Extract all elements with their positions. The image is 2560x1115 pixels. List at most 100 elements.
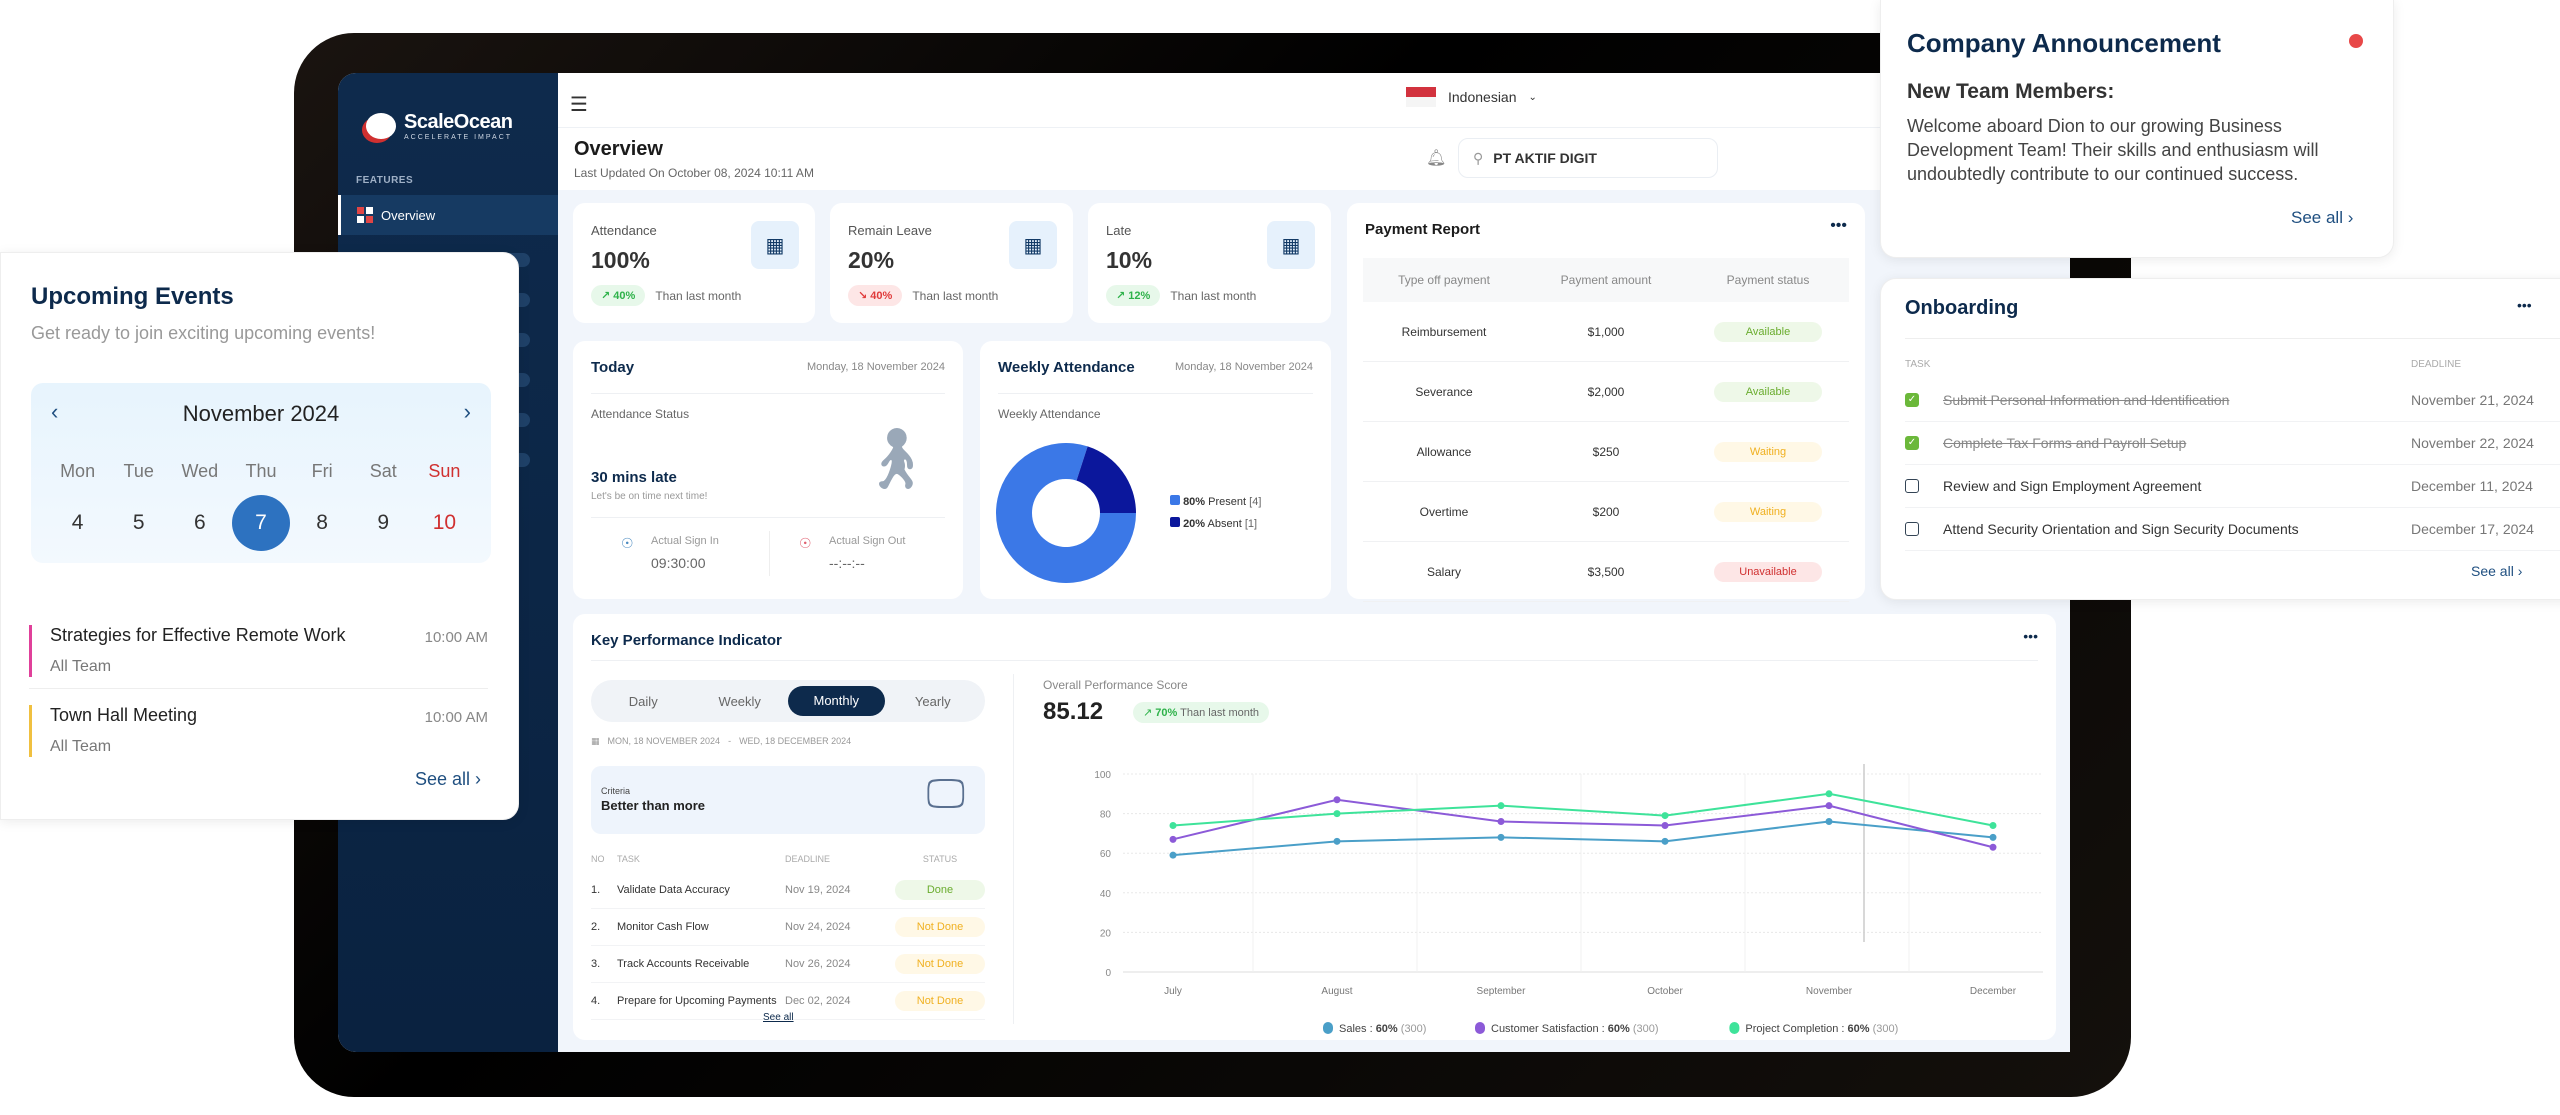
- event-item[interactable]: Town Hall Meeting All Team 10:00 AM: [29, 705, 488, 757]
- payment-amount: $3,500: [1587, 564, 1625, 579]
- x-tick-label: September: [1477, 986, 1527, 997]
- onboarding-see-all[interactable]: See all ›: [2471, 563, 2522, 579]
- payment-report-card: Payment Report ••• Type off payment Payme…: [1347, 203, 1865, 602]
- calendar-day[interactable]: 8: [292, 495, 353, 551]
- sidebar-item-label: Overview: [381, 207, 436, 223]
- unread-dot: [2349, 34, 2363, 48]
- x-tick-label: November: [1806, 986, 1853, 997]
- event-name: Town Hall Meeting: [50, 705, 198, 725]
- calendar-day[interactable]: 4: [47, 495, 108, 551]
- chevron-right-icon[interactable]: ›: [464, 399, 471, 425]
- score-label: Overall Performance Score: [1043, 678, 1188, 692]
- calendar-day[interactable]: 10: [414, 495, 475, 551]
- y-tick-label: 40: [1100, 889, 1112, 900]
- calendar-day[interactable]: 6: [169, 495, 230, 551]
- y-tick-label: 0: [1105, 968, 1111, 979]
- date-range: ▦ MON, 18 NOVEMBER 2024- WED, 18 DECEMBER …: [591, 736, 852, 746]
- checkbox[interactable]: [1905, 522, 1919, 536]
- more-options-icon[interactable]: •••: [1830, 217, 1847, 235]
- stat-card-late: Late 10% ▦ ↗ 12% Than last month: [1088, 203, 1331, 323]
- task-deadline: November 22, 2024: [2411, 435, 2534, 451]
- data-point: [1825, 818, 1833, 826]
- task-deadline: December 11, 2024: [2411, 478, 2533, 494]
- x-tick-label: July: [1164, 986, 1182, 997]
- tab-yearly[interactable]: Yearly: [885, 694, 982, 709]
- legend-label: Project Completion : 60% (300): [1745, 1023, 1898, 1035]
- events-see-all[interactable]: See all ›: [415, 769, 481, 790]
- brand-logo: ScaleOcean ACCELERATE IMPACT: [366, 111, 513, 141]
- card-title: Payment Report: [1365, 221, 1481, 238]
- stat-label: Late: [1106, 223, 1132, 238]
- trend-note: Than last month: [1170, 288, 1257, 303]
- weekday-label: Sun: [428, 461, 461, 481]
- weekly-attendance-card: Weekly Attendance Monday, 18 November 20…: [980, 341, 1331, 599]
- payment-type: Overtime: [1419, 504, 1469, 519]
- task-deadline: Dec 02, 2024: [785, 995, 851, 1007]
- event-time: 10:00 AM: [424, 629, 488, 646]
- trend-note: Than last month: [655, 288, 742, 303]
- sign-out-label: Actual Sign Out: [829, 535, 906, 547]
- payment-type: Reimbursement: [1401, 324, 1487, 339]
- calendar-day[interactable]: 7: [230, 495, 291, 551]
- payment-amount: $1,000: [1587, 324, 1625, 339]
- list-item: ✓ Complete Tax Forms and Payroll Setup Nov…: [1905, 422, 2560, 465]
- more-options-icon[interactable]: •••: [2517, 297, 2532, 313]
- y-tick-label: 60: [1100, 849, 1112, 860]
- payment-amount: $250: [1592, 444, 1620, 459]
- weekday-label: Thu: [245, 461, 277, 481]
- sidebar-item-overview[interactable]: Overview: [338, 195, 558, 235]
- legend-item: Sales : 60% (300): [1323, 1022, 1426, 1035]
- checkbox[interactable]: ✓: [1905, 436, 1919, 450]
- tab-monthly[interactable]: Monthly: [788, 686, 885, 716]
- brand-tagline: ACCELERATE IMPACT: [404, 134, 513, 141]
- card-title: Key Performance Indicator: [591, 632, 782, 649]
- onboarding-table: TASK DEADLINE ✓ Submit Personal Informatio…: [1905, 359, 2560, 551]
- donut-slice-absent: [1076, 446, 1136, 513]
- y-tick-label: 100: [1094, 770, 1111, 781]
- announcement-heading: New Team Members:: [1907, 80, 2115, 103]
- legend-present: 80% Present [4]: [1170, 491, 1261, 513]
- weekday-label: Mon: [60, 461, 96, 481]
- more-options-icon[interactable]: •••: [2023, 628, 2038, 644]
- upcoming-events-card: Upcoming Events Get ready to join exciti…: [0, 252, 519, 820]
- list-item: Attend Security Orientation and Sign Sec…: [1905, 508, 2560, 551]
- attendance-donut: [996, 443, 1136, 583]
- score-value: 85.12: [1043, 698, 1104, 725]
- data-point: [1989, 843, 1997, 851]
- bell-icon[interactable]: 🔔︎: [1426, 148, 1446, 168]
- criteria-label: Criteria: [601, 786, 631, 796]
- calendar-day[interactable]: 5: [108, 495, 169, 551]
- task-name: Track Accounts Receivable: [617, 958, 750, 970]
- table-row: Salary $3,500 Unavailable: [1363, 542, 1849, 602]
- performance-line-chart: 0 20 40 60 80 100 July August September October No…: [1094, 764, 2043, 1035]
- list-item: Review and Sign Employment Agreement Dece…: [1905, 465, 2560, 508]
- calendar-day[interactable]: 9: [353, 495, 414, 551]
- tab-daily[interactable]: Daily: [595, 694, 692, 709]
- calendar-user-icon: ▦: [1009, 221, 1057, 269]
- card-title: Today: [591, 359, 635, 376]
- event-item[interactable]: Strategies for Effective Remote Work All …: [29, 625, 488, 677]
- event-group: All Team: [50, 658, 112, 675]
- tab-weekly[interactable]: Weekly: [692, 694, 789, 709]
- payment-type: Salary: [1426, 564, 1461, 579]
- kpi-see-all-link[interactable]: See all: [763, 1012, 794, 1023]
- stat-value: 20%: [848, 247, 895, 273]
- task-name: Attend Security Orientation and Sign Sec…: [1943, 521, 2299, 537]
- event-name: Strategies for Effective Remote Work: [50, 625, 346, 645]
- menu-icon[interactable]: ☰: [570, 92, 588, 117]
- announcement-see-all[interactable]: See all ›: [2291, 208, 2353, 228]
- sign-in-label: Actual Sign In: [651, 535, 719, 547]
- y-tick-label: 20: [1100, 928, 1112, 939]
- checkbox[interactable]: [1905, 479, 1919, 493]
- data-point: [1661, 812, 1669, 820]
- weekday-label: Fri: [311, 461, 333, 481]
- card-title: Weekly Attendance: [998, 359, 1135, 376]
- company-search[interactable]: ⚲ PT AKTIF DIGIT: [1458, 138, 1718, 178]
- task-number: 1.: [591, 884, 601, 896]
- legend-label: Customer Satisfaction : 60% (300): [1491, 1023, 1659, 1035]
- checkbox[interactable]: ✓: [1905, 393, 1919, 407]
- language-selector[interactable]: Indonesian ⌄: [1406, 87, 1537, 107]
- table-row: Overtime $200 Waiting: [1363, 482, 1849, 542]
- weekday-label: Tue: [123, 461, 154, 481]
- payment-type: Allowance: [1416, 444, 1472, 459]
